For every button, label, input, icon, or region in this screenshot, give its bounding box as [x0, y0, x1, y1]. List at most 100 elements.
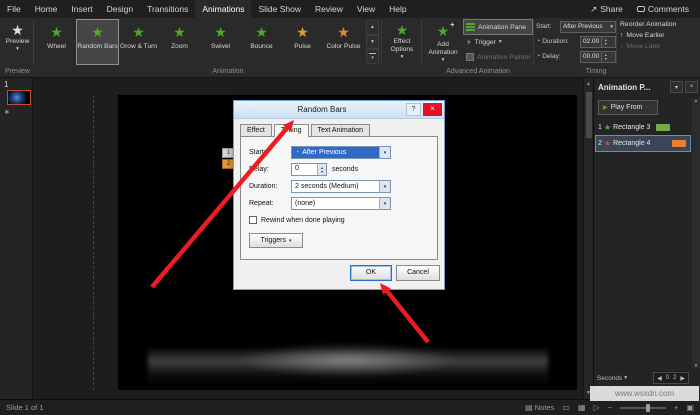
- reorder-animation-group: Reorder Animation ↑ Move Earlier ↓ Move …: [620, 21, 698, 50]
- animation-pane-header: Animation P... ▾ ×: [594, 78, 700, 93]
- animation-swivel[interactable]: ★ Swivel: [200, 20, 241, 64]
- animation-grow-turn[interactable]: ★ Grow & Turn: [118, 20, 159, 64]
- zoom-slider[interactable]: [620, 403, 667, 412]
- preview-button[interactable]: ★ Preview ▾: [2, 20, 33, 64]
- tab-view[interactable]: View: [350, 0, 382, 18]
- dialog-tabs: Effect Timing Text Animation: [234, 119, 444, 137]
- tab-transitions[interactable]: Transitions: [140, 0, 195, 18]
- start-dropdown[interactable]: After Previous ▾: [560, 20, 616, 33]
- powerpoint-window: File Home Insert Design Transitions Anim…: [0, 0, 700, 415]
- gallery-scroll-down-icon[interactable]: ▼: [366, 34, 379, 50]
- gallery-more-button[interactable]: ▾: [366, 49, 379, 65]
- notes-button[interactable]: ▤ Notes: [525, 403, 554, 412]
- chevron-down-icon[interactable]: ▾: [379, 181, 390, 192]
- star-icon: ★: [603, 122, 612, 132]
- tab-help[interactable]: Help: [382, 0, 413, 18]
- gallery-scroll-up-icon[interactable]: ▲: [366, 20, 379, 35]
- plus-icon: +: [450, 22, 455, 29]
- tab-review[interactable]: Review: [308, 0, 350, 18]
- animation-painter-button: Animation Painter: [464, 50, 532, 64]
- animation-bounce[interactable]: ★ Bounce: [241, 20, 282, 64]
- pane-menu-icon[interactable]: ▾: [670, 81, 683, 93]
- tab-home[interactable]: Home: [28, 0, 65, 18]
- rewind-checkbox[interactable]: [249, 216, 257, 224]
- ok-button[interactable]: OK: [350, 265, 392, 281]
- duration-stepper[interactable]: 02.00 ▴ ▾: [580, 35, 616, 48]
- duration-value: 02.00: [583, 37, 600, 45]
- chevron-down-icon[interactable]: ▾: [379, 198, 390, 209]
- duration-field-dropdown[interactable]: 2 seconds (Medium) ▾: [291, 180, 391, 193]
- play-from-button[interactable]: ▶ Play From: [598, 100, 658, 115]
- spinner-arrows[interactable]: ▴ ▾: [317, 164, 326, 175]
- normal-view-icon[interactable]: ▭: [562, 403, 570, 412]
- status-bar: Slide 1 of 1 ▤ Notes ▭ ▦ ▷ − + ▣: [0, 399, 700, 415]
- animation-color-pulse[interactable]: ★ Color Pulse: [323, 20, 364, 64]
- help-button[interactable]: ?: [406, 103, 421, 116]
- timeline-zoom[interactable]: ◀ 0 2 ▶: [653, 372, 689, 384]
- animation-painter-label: Animation Painter: [477, 53, 531, 61]
- effect-options-button[interactable]: ★ Effect Options ▾: [384, 20, 420, 64]
- add-animation-button[interactable]: ★ + Add Animation ▾: [424, 20, 462, 64]
- zoom-in-icon[interactable]: +: [674, 403, 678, 412]
- timing-bar[interactable]: [672, 140, 686, 147]
- watermark: www.wsxdn.com: [590, 386, 699, 401]
- slideshow-icon[interactable]: ▷: [594, 403, 600, 412]
- timing-bar[interactable]: [656, 124, 670, 131]
- chevron-down-icon[interactable]: ▾: [379, 147, 390, 158]
- move-earlier-button[interactable]: ↑ Move Earlier: [620, 32, 698, 39]
- tab-insert[interactable]: Insert: [64, 0, 99, 18]
- animation-pulse[interactable]: ★ Pulse: [282, 20, 323, 64]
- spinner-arrows[interactable]: ▴ ▾: [601, 51, 609, 62]
- timeline-right-icon[interactable]: ▶: [680, 375, 685, 382]
- scroll-up-icon[interactable]: ▲: [586, 81, 591, 87]
- slide-sorter-icon[interactable]: ▦: [578, 403, 586, 412]
- spinner-arrows[interactable]: ▴ ▾: [601, 36, 609, 47]
- tab-animations[interactable]: Animations: [195, 0, 252, 18]
- tab-timing[interactable]: Timing: [273, 124, 309, 137]
- animation-pane: Animation P... ▾ × ▶ Play From 1 ★ Recta…: [593, 78, 700, 399]
- vertical-scrollbar[interactable]: ▲ ▼: [583, 78, 593, 399]
- comments-button[interactable]: Comments: [630, 0, 696, 18]
- share-icon: ↗: [590, 3, 598, 14]
- clock-icon: ◔: [295, 149, 300, 156]
- scroll-down-icon[interactable]: ▼: [694, 363, 698, 368]
- delay-stepper[interactable]: 00.00 ▴ ▾: [580, 50, 616, 63]
- delay-field-stepper[interactable]: 0 ▴ ▾: [291, 163, 327, 176]
- tab-file[interactable]: File: [0, 0, 28, 18]
- repeat-field-dropdown[interactable]: (none) ▾: [291, 197, 391, 210]
- animation-pane-button[interactable]: Animation Pane: [463, 19, 533, 35]
- scroll-up-icon[interactable]: ▲: [694, 98, 698, 103]
- trigger-button[interactable]: ⚡ Trigger ▾: [464, 35, 532, 49]
- tab-slide-show[interactable]: Slide Show: [251, 0, 308, 18]
- timeline-left-icon[interactable]: ◀: [657, 375, 662, 382]
- triggers-button[interactable]: Triggers ▾: [249, 233, 303, 248]
- zoom-out-icon[interactable]: −: [608, 403, 612, 412]
- seconds-dropdown[interactable]: Seconds: [597, 375, 622, 382]
- zoom-slider-thumb[interactable]: [646, 403, 651, 412]
- tab-design[interactable]: Design: [100, 0, 140, 18]
- scrollbar-thumb[interactable]: [586, 92, 592, 138]
- trigger-label: Trigger: [474, 38, 496, 46]
- pane-scrollbar[interactable]: ▲ ▼: [692, 98, 700, 368]
- dialog-title-bar[interactable]: Random Bars ? ×: [234, 101, 444, 119]
- pane-close-icon[interactable]: ×: [685, 81, 698, 93]
- timing-tab-page: Start: ◔ After Previous ▾ Delay: 0 ▴ ▾ s…: [240, 136, 438, 260]
- fit-to-window-icon[interactable]: ▣: [686, 403, 694, 412]
- item-name: Rectangle 4: [613, 140, 651, 147]
- close-button[interactable]: ×: [423, 103, 442, 116]
- animation-zoom[interactable]: ★ Zoom: [159, 20, 200, 64]
- animation-random-bars-selected[interactable]: ★ Random Bars: [76, 19, 119, 65]
- duration-label: ◔ Duration:: [536, 38, 569, 45]
- cancel-button[interactable]: Cancel: [396, 265, 440, 281]
- share-button[interactable]: ↗ Share: [583, 0, 630, 18]
- star-icon: ★: [337, 24, 350, 40]
- slide-1-thumbnail[interactable]: [7, 90, 31, 105]
- animation-item-rectangle-3[interactable]: 1 ★ Rectangle 3: [596, 120, 690, 135]
- start-field-dropdown[interactable]: ◔ After Previous ▾: [291, 146, 391, 159]
- animation-wheel[interactable]: ★ Wheel: [36, 20, 77, 64]
- clock-icon: ◔: [536, 38, 541, 45]
- animation-item-rectangle-4-selected[interactable]: 2 ★ Rectangle 4: [595, 135, 691, 152]
- comments-icon: [636, 6, 645, 12]
- star-icon: ★: [214, 24, 227, 40]
- panel-splitter[interactable]: [93, 95, 94, 390]
